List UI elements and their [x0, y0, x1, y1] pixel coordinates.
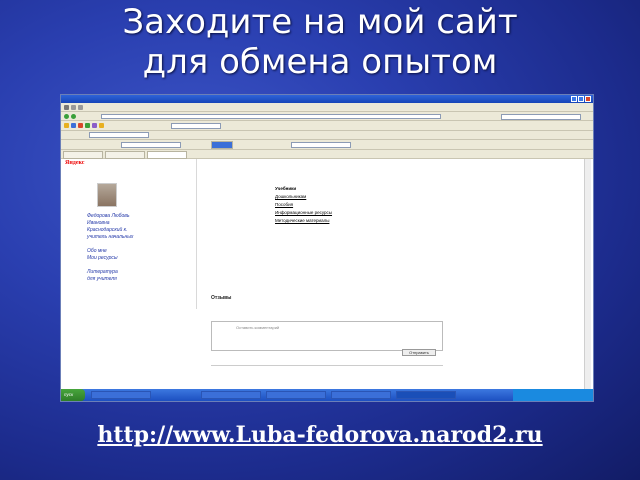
yandex-logo: Яндекс: [65, 160, 85, 166]
page-content: Яндекс Федорова Любовь Ивановна Краснода…: [61, 159, 593, 391]
resources-block: Учебники Дошкольникам Пособия Информацио…: [275, 185, 332, 225]
browser-titlebar: [61, 95, 593, 103]
resource-link[interactable]: Пособия: [275, 201, 332, 209]
menu-icon[interactable]: [78, 105, 83, 110]
taskbar-item[interactable]: [201, 391, 261, 399]
nav-link[interactable]: для учителя: [87, 276, 133, 283]
address-bar: [61, 112, 593, 121]
menu-icon[interactable]: [71, 105, 76, 110]
home-icon[interactable]: [92, 123, 97, 128]
taskbar-item-active[interactable]: [396, 391, 456, 399]
tab-3[interactable]: [147, 151, 187, 159]
google-toolbar: [61, 131, 593, 140]
nav-link[interactable]: Обо мне: [87, 248, 133, 255]
nav-link[interactable]: Ивановна: [87, 220, 133, 227]
browser-screenshot: Яндекс Федорова Любовь Ивановна Краснода…: [60, 94, 594, 402]
menu-bar: [61, 103, 593, 112]
forward-icon[interactable]: [71, 114, 76, 119]
nav-link[interactable]: Литература: [87, 269, 133, 276]
links-search-input[interactable]: [121, 142, 181, 148]
taskbar-item[interactable]: [91, 391, 151, 399]
bookmarks-toolbar: [61, 121, 593, 131]
tab-1[interactable]: [63, 151, 103, 159]
nav-link[interactable]: Мои ресурсы: [87, 255, 133, 262]
start-button[interactable]: пуск: [61, 389, 85, 401]
slide-title-line-2: для обмена опытом: [142, 42, 498, 82]
tab-2[interactable]: [105, 151, 145, 159]
taskbar-item[interactable]: [266, 391, 326, 399]
windows-taskbar: пуск: [61, 389, 593, 401]
minimize-icon[interactable]: [571, 96, 577, 102]
left-nav-links: Федорова Любовь Ивановна Краснодарский к…: [87, 213, 133, 283]
window-controls: [571, 96, 591, 102]
nav-link[interactable]: Федорова Любовь: [87, 213, 133, 220]
system-tray: [513, 389, 593, 401]
maximize-icon[interactable]: [578, 96, 584, 102]
star-icon[interactable]: [64, 123, 69, 128]
close-icon[interactable]: [585, 96, 591, 102]
site-url-link[interactable]: http://www.Luba-fedorova.narod2.ru: [0, 422, 640, 448]
avatar: [97, 183, 117, 207]
nav-link[interactable]: учитель начальных: [87, 234, 133, 241]
resources-heading: Учебники: [275, 186, 297, 191]
page-icon[interactable]: [71, 123, 76, 128]
taskbar-item[interactable]: [331, 391, 391, 399]
vertical-scrollbar[interactable]: [584, 159, 591, 391]
tabs-bar: [61, 150, 593, 159]
refresh-icon[interactable]: [85, 123, 90, 128]
submit-button[interactable]: Отправить: [402, 349, 436, 356]
google-search-input[interactable]: [89, 132, 149, 138]
menu-icon[interactable]: [64, 105, 69, 110]
back-icon[interactable]: [64, 114, 69, 119]
resource-link[interactable]: Методические материалы: [275, 217, 332, 225]
links-toolbar: [61, 140, 593, 150]
search-input[interactable]: [501, 114, 581, 120]
resource-link[interactable]: Дошкольникам: [275, 193, 332, 201]
folder-icon[interactable]: [99, 123, 104, 128]
radio-input[interactable]: [291, 142, 351, 148]
resource-link[interactable]: Информационные ресурсы: [275, 209, 332, 217]
toolbar-search-input[interactable]: [171, 123, 221, 129]
mail-button[interactable]: [211, 141, 233, 149]
comment-input[interactable]: Оставить комментарий: [211, 321, 443, 351]
nav-link[interactable]: Краснодарский к.: [87, 227, 133, 234]
stop-icon[interactable]: [78, 123, 83, 128]
comments-title: Отзывы: [211, 295, 232, 301]
slide-title: Заходите на мой сайт для обмена опытом: [0, 2, 640, 82]
slide-title-line-1: Заходите на мой сайт: [122, 2, 518, 42]
footer-divider: [211, 365, 443, 366]
column-divider: [196, 159, 197, 309]
url-input[interactable]: [101, 114, 441, 119]
